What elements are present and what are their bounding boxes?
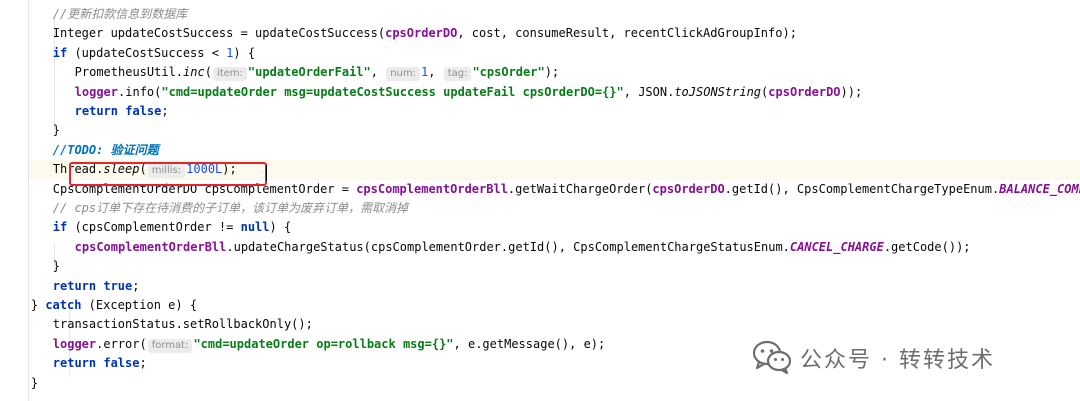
code-token: if <box>52 220 68 235</box>
code-token: //TODO: 验证问题 <box>52 142 159 157</box>
parameter-hint: item: <box>212 67 247 82</box>
code-line[interactable]: transactionStatus.setRollbackOnly(); <box>29 315 1080 334</box>
code-token: ; <box>132 278 140 293</box>
code-token: ) { <box>233 45 256 60</box>
code-line[interactable]: // cps订单下存在待消费的子订单，该订单为废弃订单，需取消掉 <box>29 199 1080 218</box>
code-token: logger <box>52 336 97 351</box>
code-line[interactable]: //TODO: 验证问题 <box>29 141 1080 160</box>
code-token: .getWaitChargeOrder( <box>507 181 653 196</box>
code-token: if <box>52 45 68 60</box>
code-token: .updateChargeStatus(cpsComplementOrder.g… <box>226 239 790 254</box>
code-line[interactable]: return true; <box>29 277 1080 296</box>
code-token: , <box>428 65 443 80</box>
code-token: CpsComplementOrderDO cpsComplementOrder … <box>52 181 357 196</box>
code-token: "cmd=updateOrder op=rollback msg={}" <box>193 336 454 351</box>
code-token: BALANCE_COMPLEMENT <box>999 181 1080 196</box>
code-token: )); <box>840 84 863 99</box>
code-line[interactable]: if (updateCostSuccess < 1) { <box>29 44 1080 63</box>
code-token: (updateCostSuccess < <box>67 45 227 60</box>
code-token: .error( <box>96 336 147 351</box>
parameter-hint: millis: <box>147 164 186 179</box>
code-token: return <box>52 356 97 371</box>
code-line[interactable]: CpsComplementOrderDO cpsComplementOrder … <box>29 180 1080 199</box>
code-token: ) { <box>269 220 292 235</box>
code-token: cpsComplementOrderBll <box>74 239 227 254</box>
code-token: cpsOrderDO <box>652 181 725 196</box>
text-cursor <box>266 165 267 181</box>
code-token: ; <box>139 356 147 371</box>
code-token: ); <box>544 65 560 80</box>
code-token: false <box>103 356 140 371</box>
editor-gutter <box>0 0 29 401</box>
code-token: "cpsOrder" <box>472 65 545 80</box>
code-line[interactable]: } catch (Exception e) { <box>29 296 1080 315</box>
code-token: // cps订单下存在待消费的子订单，该订单为废弃订单，需取消掉 <box>52 201 409 215</box>
code-line[interactable]: //更新扣款信息到数据库 <box>29 5 1080 24</box>
code-token: 1000L <box>186 162 223 177</box>
code-token: cpsOrderDO <box>385 26 458 41</box>
code-token: return <box>52 278 97 293</box>
code-token: transactionStatus.setRollbackOnly(); <box>52 317 313 332</box>
code-token: "updateOrderFail" <box>247 65 371 80</box>
code-token: ); <box>222 162 237 177</box>
code-line[interactable]: if (cpsComplementOrder != null) { <box>29 218 1080 237</box>
code-line-current[interactable]: Thread.sleep(millis: 1000L); <box>29 160 1080 180</box>
code-token: ( <box>139 162 147 177</box>
code-line[interactable]: } <box>29 121 1080 140</box>
code-token: catch <box>45 298 82 312</box>
code-token: sleep <box>103 162 140 177</box>
code-token: CANCEL_CHARGE <box>789 239 884 254</box>
code-token: //更新扣款信息到数据库 <box>52 7 188 21</box>
code-token: toJSONString <box>674 84 762 99</box>
code-token: logger <box>74 84 119 99</box>
code-line[interactable]: } <box>29 257 1080 276</box>
code-token: true <box>103 278 133 293</box>
parameter-hint: format: <box>147 338 193 353</box>
parameter-hint: num: <box>386 67 420 82</box>
code-line[interactable]: return false; <box>29 102 1080 121</box>
code-token: } <box>52 259 60 274</box>
code-token: } <box>30 375 39 390</box>
code-token: cpsOrderDO <box>768 84 841 99</box>
code-token: , <box>370 65 386 80</box>
code-token: cpsComplementOrderBll <box>356 181 508 196</box>
watermark: 公众号 · 转转技术 <box>752 338 995 378</box>
code-token: .getCode()); <box>883 239 971 254</box>
code-token: false <box>125 104 162 118</box>
code-token: PrometheusUtil. <box>74 65 184 80</box>
code-token: , cost, consumeResult, recentClickAdGrou… <box>457 26 797 41</box>
code-token: ; <box>161 104 169 118</box>
code-token: , e.getMessage(), e); <box>453 336 606 351</box>
code-token: } <box>30 298 46 312</box>
code-token: "cmd=updateOrder msg=updateCostSuccess u… <box>161 84 624 99</box>
watermark-text: 公众号 · 转转技术 <box>800 348 995 373</box>
code-line[interactable]: logger.info("cmd=updateOrder msg=updateC… <box>29 83 1080 102</box>
code-token: Integer updateCostSuccess = updateCostSu… <box>52 26 386 41</box>
code-token: , JSON. <box>623 84 675 99</box>
wechat-icon <box>752 340 792 377</box>
parameter-hint: tag: <box>443 67 472 82</box>
code-line[interactable]: PrometheusUtil.inc(item: "updateOrderFail… <box>29 63 1080 82</box>
code-line[interactable]: Integer updateCostSuccess = updateCostSu… <box>29 24 1080 43</box>
code-token: .getId(), CpsComplementChargeTypeEnum. <box>724 181 1000 196</box>
code-token: (Exception e) { <box>81 298 198 312</box>
code-token: null <box>240 220 270 235</box>
code-line[interactable]: cpsComplementOrderBll.updateChargeStatus… <box>29 238 1080 257</box>
code-token: ( <box>204 65 212 80</box>
code-token: inc <box>183 65 205 80</box>
code-token: return <box>74 104 119 118</box>
code-token: .info( <box>118 84 162 99</box>
code-token: Thread. <box>52 162 104 177</box>
code-token: (cpsComplementOrder != <box>67 220 241 235</box>
code-token: } <box>52 123 60 138</box>
